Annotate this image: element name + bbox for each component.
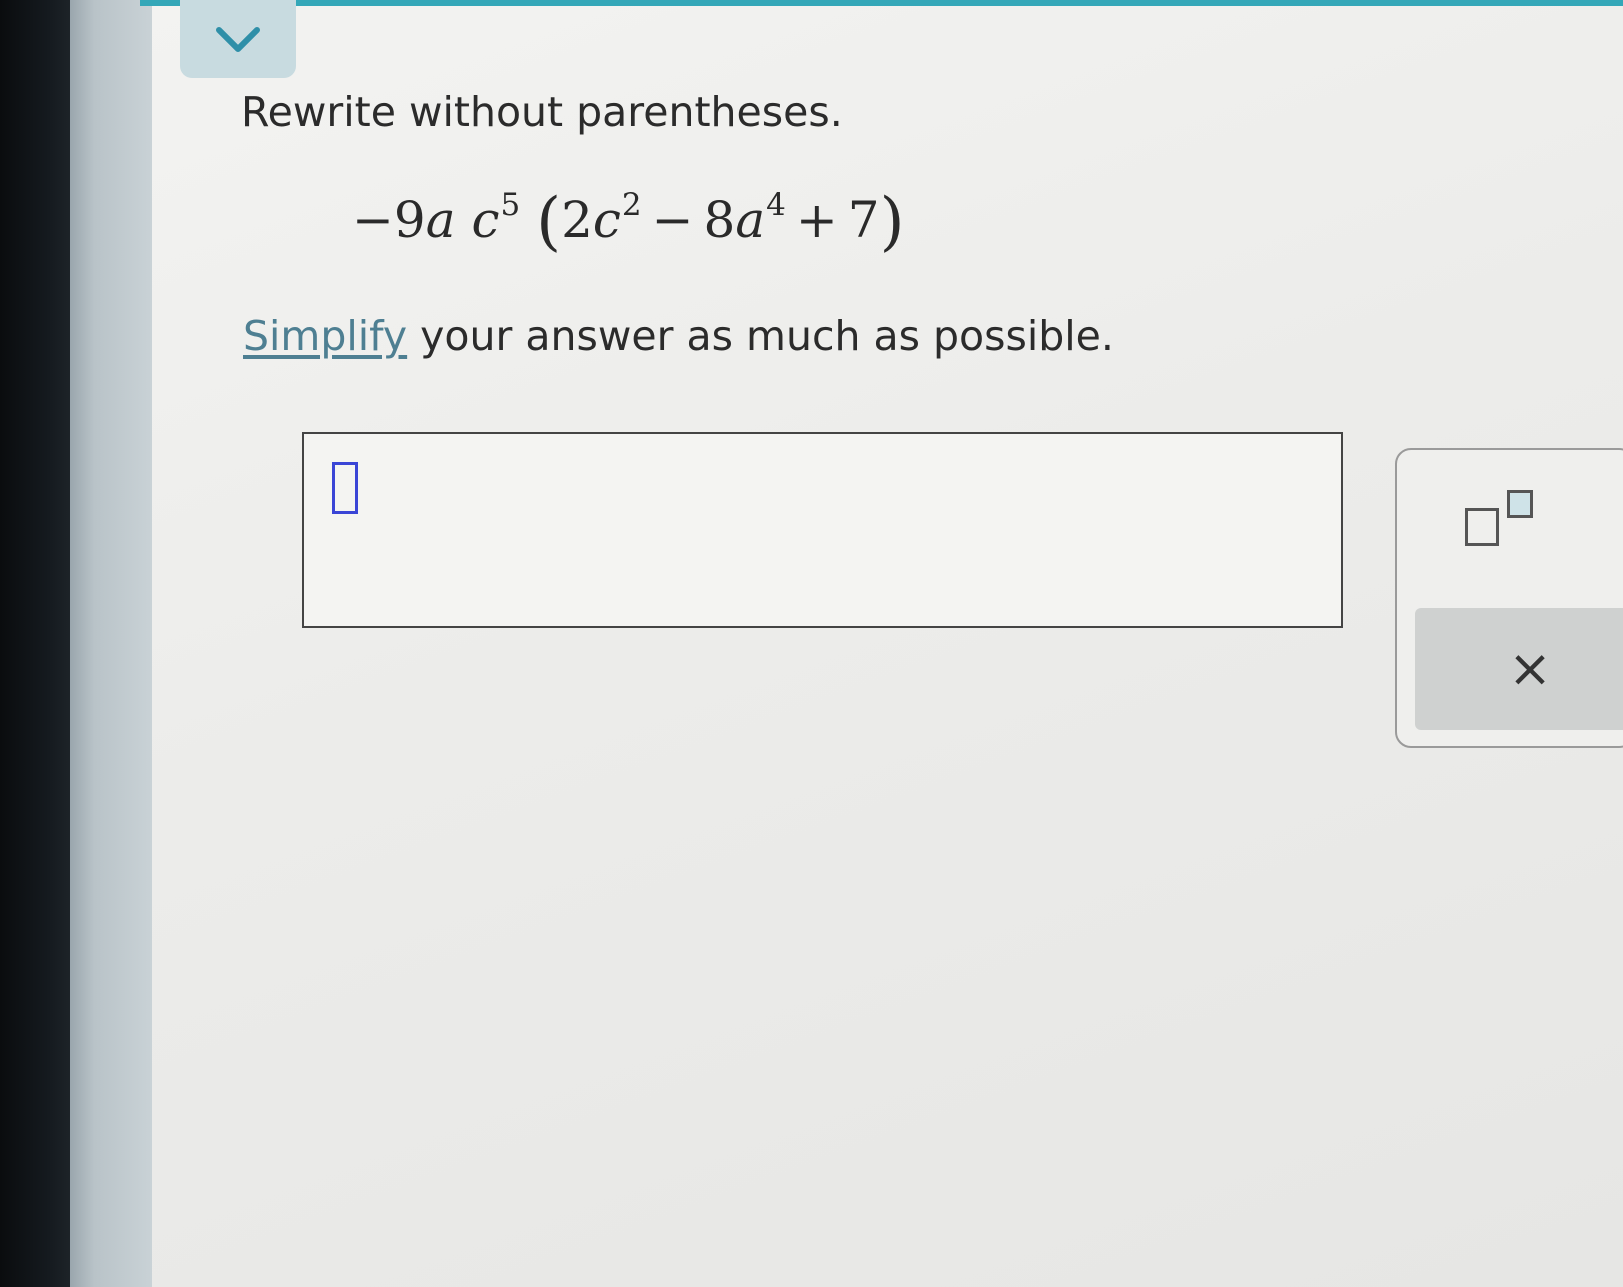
top-accent-bar	[140, 0, 1623, 6]
term1-exponent: 2	[621, 187, 642, 223]
math-expression: −9a c5 (2c2−8a4 +7)	[352, 187, 905, 255]
term2-coefficient: 8	[703, 191, 736, 249]
term1-variable: c	[592, 191, 621, 249]
term1-coefficient: 2	[561, 191, 593, 249]
superscript-base-box	[1465, 508, 1499, 546]
answer-input[interactable]	[302, 432, 1343, 628]
superscript-exponent-box	[1507, 490, 1533, 518]
term2-exponent: 4	[766, 187, 786, 223]
variable-c: c	[471, 191, 500, 249]
minus-operator: −	[651, 191, 694, 249]
instruction-rest: your answer as much as possible.	[407, 312, 1114, 360]
collapse-button[interactable]	[180, 0, 296, 78]
open-paren: (	[536, 185, 562, 259]
coefficient: −9	[352, 191, 426, 249]
variable-a: a	[425, 191, 456, 249]
monitor-bezel	[0, 0, 70, 1287]
term2-variable: a	[735, 191, 766, 249]
question-prompt: Rewrite without parentheses.	[241, 88, 843, 136]
term3-constant: 7	[847, 191, 880, 249]
close-icon: ×	[1508, 639, 1552, 699]
left-side-panel	[70, 0, 152, 1287]
close-paren: )	[879, 185, 905, 259]
plus-operator: +	[795, 191, 838, 249]
instruction-text: Simplify your answer as much as possible…	[243, 312, 1114, 360]
input-cursor-placeholder	[332, 462, 358, 514]
superscript-button[interactable]	[1457, 490, 1557, 570]
simplify-link[interactable]: Simplify	[243, 312, 407, 360]
math-palette: ×	[1395, 448, 1623, 748]
clear-button[interactable]: ×	[1415, 608, 1623, 730]
chevron-down-icon	[216, 27, 260, 52]
screen: Rewrite without parentheses. −9a c5 (2c2…	[0, 0, 1623, 1287]
exponent-c: 5	[500, 187, 521, 223]
